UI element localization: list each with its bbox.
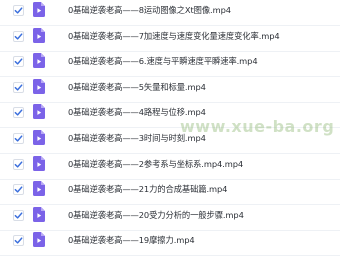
video-file-icon — [33, 27, 45, 43]
file-row[interactable]: 0基础逆袭老高——7加速度与速度变化量速度变化率.mp4 — [0, 26, 340, 52]
video-file-icon — [33, 104, 45, 120]
file-name[interactable]: 0基础逆袭老高——5矢量和标量.mp4 — [68, 81, 206, 93]
file-row[interactable]: 0基础逆袭老高——8运动图像之Xt图像.mp4 — [0, 0, 340, 26]
check-icon — [14, 7, 23, 14]
check-icon — [14, 33, 23, 40]
row-checkbox[interactable] — [13, 158, 24, 170]
video-file-icon — [33, 181, 45, 197]
video-file-icon — [33, 232, 45, 248]
file-name[interactable]: 0基础逆袭老高——21力的合成基础篇.mp4 — [68, 183, 227, 195]
file-name[interactable]: 0基础逆袭老高——19摩擦力.mp4 — [68, 234, 195, 246]
file-row[interactable]: 0基础逆袭老高——6.速度与平瞬速度平瞬速率.mp4 — [0, 51, 340, 78]
file-name[interactable]: 0基础逆袭老高——20受力分析的一般步骤.mp4 — [68, 209, 244, 221]
video-file-icon — [33, 206, 45, 222]
row-checkbox[interactable] — [13, 56, 24, 68]
row-checkbox[interactable] — [13, 81, 24, 93]
check-icon — [14, 84, 23, 91]
video-file-icon — [33, 53, 45, 69]
row-checkbox[interactable] — [13, 133, 24, 144]
video-file-icon — [33, 155, 45, 171]
check-icon — [14, 161, 23, 168]
check-icon — [14, 186, 23, 193]
check-icon — [14, 135, 23, 142]
check-icon — [14, 58, 23, 65]
file-row[interactable]: 0基础逆袭老高——19摩擦力.mp4 — [0, 230, 340, 256]
file-row[interactable]: 0基础逆袭老高——5矢量和标量.mp4 — [0, 77, 340, 103]
row-checkbox[interactable] — [13, 235, 24, 247]
row-checkbox[interactable] — [13, 5, 24, 16]
file-row[interactable]: 0基础逆袭老高——4路程与位移.mp4 — [0, 102, 340, 129]
file-row[interactable]: 0基础逆袭老高——21力的合成基础篇.mp4 — [0, 179, 340, 206]
row-checkbox[interactable] — [13, 184, 24, 196]
file-name[interactable]: 0基础逆袭老高——3时间与时刻.mp4 — [68, 132, 206, 144]
file-row[interactable]: 0基础逆袭老高——20受力分析的一般步骤.mp4 — [0, 205, 340, 231]
check-icon — [14, 109, 23, 116]
row-checkbox[interactable] — [13, 107, 24, 119]
video-file-icon — [33, 130, 45, 145]
file-row[interactable]: 0基础逆袭老高——3时间与时刻.mp4 — [0, 128, 340, 154]
row-checkbox[interactable] — [13, 30, 24, 42]
video-file-icon — [33, 2, 45, 17]
file-name[interactable]: 0基础逆袭老高——4路程与位移.mp4 — [68, 106, 206, 118]
check-icon — [14, 212, 23, 219]
video-file-icon — [33, 78, 45, 94]
file-name[interactable]: 0基础逆袭老高——7加速度与速度变化量速度变化率.mp4 — [68, 30, 280, 42]
file-name[interactable]: 0基础逆袭老高——6.速度与平瞬速度平瞬速率.mp4 — [68, 55, 258, 67]
file-row[interactable]: 0基础逆袭老高——2参考系与坐标系.mp4.mp4 — [0, 154, 340, 180]
file-name[interactable]: 0基础逆袭老高——8运动图像之Xt图像.mp4 — [68, 4, 231, 16]
file-name[interactable]: 0基础逆袭老高——2参考系与坐标系.mp4.mp4 — [68, 158, 243, 170]
check-icon — [14, 237, 23, 244]
row-checkbox[interactable] — [13, 209, 24, 221]
